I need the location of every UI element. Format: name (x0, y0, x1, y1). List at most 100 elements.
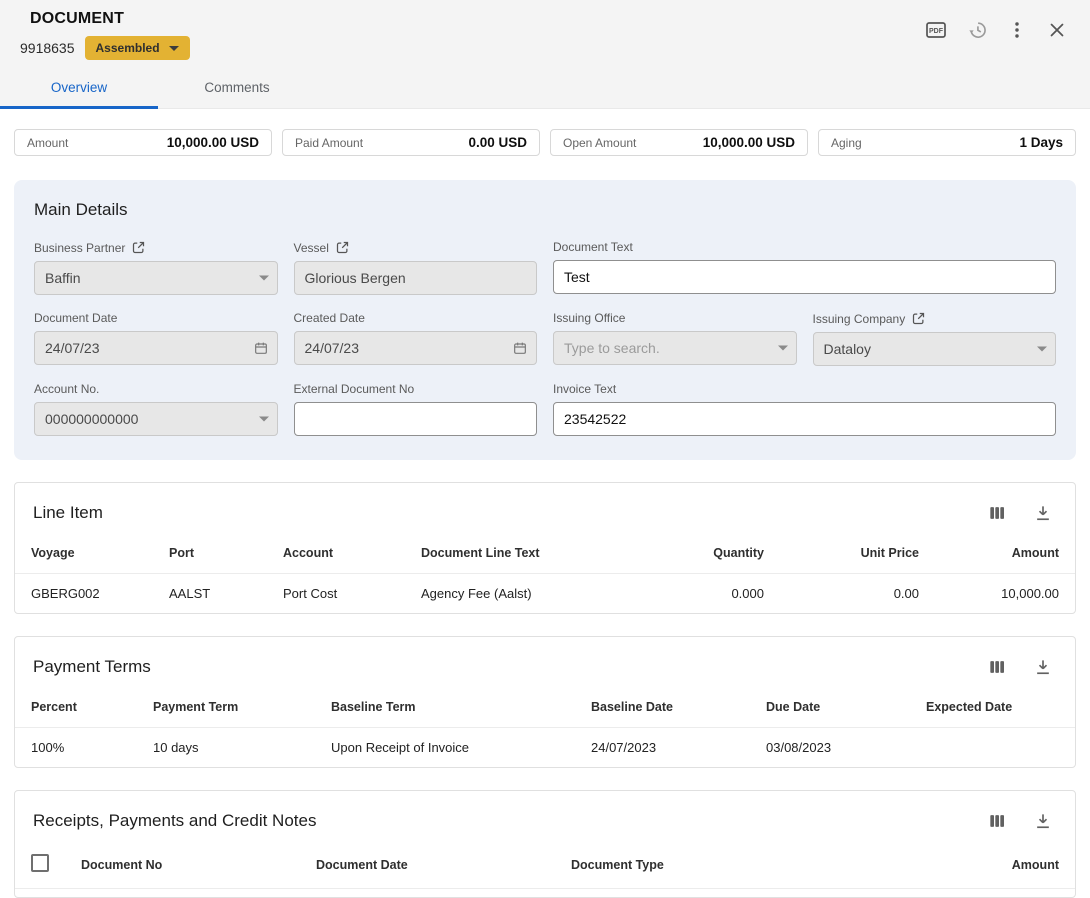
page-title: DOCUMENT (30, 10, 190, 28)
column-header: Port (153, 533, 267, 574)
history-button[interactable] (962, 15, 992, 45)
external-link-icon[interactable] (335, 240, 350, 255)
column-header: Unit Price (780, 533, 935, 574)
receipts-table: Document No Document Date Document Type … (15, 841, 1075, 889)
cell-voyage: GBERG002 (15, 574, 153, 614)
column-header: Baseline Date (575, 687, 750, 728)
issuing-company-input[interactable] (813, 332, 1057, 366)
field-label: Business Partner (34, 241, 125, 255)
cell-document-line-text: Agency Fee (Aalst) (405, 574, 630, 614)
status-badge[interactable]: Assembled (85, 36, 190, 60)
external-document-no-input[interactable] (294, 402, 538, 436)
more-menu-button[interactable] (1002, 15, 1032, 45)
cell-port: AALST (153, 574, 267, 614)
header-actions: PDF (920, 10, 1072, 46)
column-header: Document Type (555, 841, 935, 889)
cell-payment-term: 10 days (137, 728, 315, 768)
chevron-down-icon (259, 276, 269, 281)
payment-terms-table: Percent Payment Term Baseline Term Basel… (15, 687, 1075, 767)
select-all-checkbox[interactable] (31, 854, 49, 872)
summary-label: Paid Amount (295, 136, 363, 150)
table-row[interactable]: GBERG002 AALST Port Cost Agency Fee (Aal… (15, 574, 1075, 614)
vessel-input[interactable] (294, 261, 538, 295)
download-button[interactable] (1029, 653, 1057, 681)
close-button[interactable] (1042, 15, 1072, 45)
summary-value: 0.00 USD (468, 135, 527, 150)
field-business-partner: Business Partner (34, 240, 278, 295)
status-badge-label: Assembled (96, 41, 160, 55)
field-invoice-text: Invoice Text (553, 382, 1056, 436)
external-link-icon[interactable] (131, 240, 146, 255)
table-header-row: Document No Document Date Document Type … (15, 841, 1075, 889)
field-issuing-company: Issuing Company (813, 311, 1057, 366)
field-created-date: Created Date (294, 311, 538, 366)
cell-account: Port Cost (267, 574, 405, 614)
column-header: Document No (65, 841, 300, 889)
columns-button[interactable] (983, 653, 1011, 681)
section-title: Receipts, Payments and Credit Notes (33, 811, 316, 831)
line-item-section: Line Item Voyage Port Ac (14, 482, 1076, 614)
external-link-icon[interactable] (911, 311, 926, 326)
created-date-input[interactable] (294, 331, 538, 365)
summary-card-amount: Amount 10,000.00 USD (14, 129, 272, 156)
column-header: Voyage (15, 533, 153, 574)
pdf-button[interactable]: PDF (920, 14, 952, 46)
columns-button[interactable] (983, 499, 1011, 527)
cell-quantity: 0.000 (630, 574, 780, 614)
cell-baseline-date: 24/07/2023 (575, 728, 750, 768)
summary-value: 10,000.00 USD (167, 135, 259, 150)
columns-button[interactable] (983, 807, 1011, 835)
cell-amount: 10,000.00 (935, 574, 1075, 614)
chevron-down-icon (1037, 347, 1047, 352)
field-vessel: Vessel (294, 240, 538, 295)
field-external-document-no: External Document No (294, 382, 538, 436)
field-label: Vessel (294, 241, 329, 255)
document-number: 9918635 (20, 40, 75, 56)
download-button[interactable] (1029, 499, 1057, 527)
field-document-date: Document Date (34, 311, 278, 366)
field-label: External Document No (294, 382, 415, 396)
calendar-icon (512, 340, 528, 356)
tab-overview[interactable]: Overview (0, 68, 158, 108)
summary-value: 1 Days (1019, 135, 1063, 150)
document-content: Amount 10,000.00 USD Paid Amount 0.00 US… (0, 109, 1090, 898)
column-header: Baseline Term (315, 687, 575, 728)
tab-comments[interactable]: Comments (158, 68, 316, 108)
section-title: Main Details (34, 200, 1056, 220)
issuing-office-input[interactable] (553, 331, 797, 365)
field-label: Document Text (553, 240, 633, 254)
column-header: Document Line Text (405, 533, 630, 574)
pdf-icon: PDF (924, 18, 948, 42)
cell-due-date: 03/08/2023 (750, 728, 910, 768)
column-header: Percent (15, 687, 137, 728)
summary-label: Amount (27, 136, 68, 150)
payment-terms-section: Payment Terms Percent Payment Term (14, 636, 1076, 768)
tab-overview-label: Overview (51, 80, 107, 95)
document-text-input[interactable] (553, 260, 1056, 294)
invoice-text-input[interactable] (553, 402, 1056, 436)
field-issuing-office: Issuing Office (553, 311, 797, 366)
section-title: Payment Terms (33, 657, 151, 677)
download-button[interactable] (1029, 807, 1057, 835)
column-header: Expected Date (910, 687, 1075, 728)
business-partner-input[interactable] (34, 261, 278, 295)
view-columns-icon (987, 657, 1007, 677)
summary-label: Open Amount (563, 136, 636, 150)
field-label: Issuing Company (813, 312, 906, 326)
document-date-input[interactable] (34, 331, 278, 365)
cell-expected-date (910, 728, 1075, 768)
summary-cards: Amount 10,000.00 USD Paid Amount 0.00 US… (14, 129, 1076, 156)
column-header: Quantity (630, 533, 780, 574)
field-label: Account No. (34, 382, 99, 396)
header-left: DOCUMENT 9918635 Assembled (20, 10, 190, 60)
chevron-down-icon (259, 417, 269, 422)
header: DOCUMENT 9918635 Assembled PDF (0, 0, 1090, 109)
table-row[interactable]: 100% 10 days Upon Receipt of Invoice 24/… (15, 728, 1075, 768)
field-label: Created Date (294, 311, 365, 325)
summary-card-aging: Aging 1 Days (818, 129, 1076, 156)
view-columns-icon (987, 503, 1007, 523)
summary-card-open-amount: Open Amount 10,000.00 USD (550, 129, 808, 156)
table-header-row: Percent Payment Term Baseline Term Basel… (15, 687, 1075, 728)
account-no-input[interactable] (34, 402, 278, 436)
column-header: Amount (935, 533, 1075, 574)
